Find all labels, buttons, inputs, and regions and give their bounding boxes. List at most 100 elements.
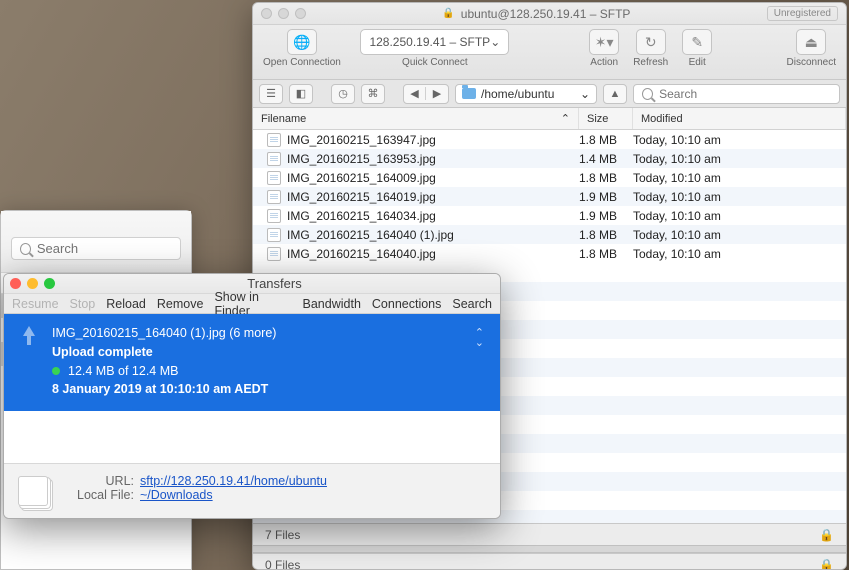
table-row[interactable]: IMG_20160215_164040 (1).jpg1.8 MBToday, …: [253, 225, 846, 244]
outline-view-button[interactable]: ☰: [259, 84, 283, 104]
globe-icon: 🌐: [287, 29, 317, 55]
file-size: 1.9 MB: [579, 209, 633, 223]
transfers-footer: URL: sftp://128.250.19.41/home/ubuntu Loc…: [4, 463, 500, 518]
search-input[interactable]: [659, 87, 831, 101]
file-modified: Today, 10:10 am: [633, 152, 846, 166]
split-handle[interactable]: [253, 545, 846, 553]
header-modified[interactable]: Modified: [633, 108, 846, 129]
close-icon[interactable]: [261, 8, 272, 19]
window-title: ubuntu@128.250.19.41 – SFTP: [461, 7, 631, 21]
file-size: 1.8 MB: [579, 133, 633, 147]
folder-icon: [462, 88, 476, 99]
file-size: 1.4 MB: [579, 152, 633, 166]
lock-icon: 🔒: [819, 528, 834, 542]
resume-button: Resume: [12, 297, 59, 311]
table-row[interactable]: IMG_20160215_163953.jpg1.4 MBToday, 10:1…: [253, 149, 846, 168]
table-row[interactable]: IMG_20160215_164040.jpg1.8 MBToday, 10:1…: [253, 244, 846, 263]
up-button[interactable]: ▲: [603, 84, 627, 104]
finder-search[interactable]: [11, 237, 181, 260]
back-icon: ◀: [404, 87, 426, 100]
transfers-toolbar: Resume Stop Reload Remove Show in Finder…: [4, 294, 500, 314]
expand-icon[interactable]: ⌃⌄: [475, 328, 484, 348]
table-row[interactable]: IMG_20160215_164019.jpg1.9 MBToday, 10:1…: [253, 187, 846, 206]
url-link[interactable]: sftp://128.250.19.41/home/ubuntu: [140, 474, 327, 488]
minimize-icon[interactable]: [27, 278, 38, 289]
finder-toolbar: [1, 211, 191, 273]
file-size: 1.8 MB: [579, 247, 633, 261]
url-label: URL:: [64, 474, 134, 488]
table-row[interactable]: IMG_20160215_164009.jpg1.8 MBToday, 10:1…: [253, 168, 846, 187]
file-icon: [267, 247, 281, 261]
minimize-icon[interactable]: [278, 8, 289, 19]
file-icon: [267, 133, 281, 147]
file-modified: Today, 10:10 am: [633, 209, 846, 223]
connections-button[interactable]: Connections: [372, 297, 442, 311]
gear-icon: ✶▾: [589, 29, 619, 55]
status-bar-top: 7 Files 🔒: [253, 523, 846, 545]
file-name: IMG_20160215_164040.jpg: [287, 247, 579, 261]
transfers-window: Transfers Resume Stop Reload Remove Show…: [3, 273, 501, 519]
status-bar-bottom: 0 Files 🔒: [253, 553, 846, 570]
lock-icon: 🔒: [442, 8, 454, 19]
history-button[interactable]: ◷: [331, 84, 355, 104]
file-modified: Today, 10:10 am: [633, 133, 846, 147]
remove-button[interactable]: Remove: [157, 297, 204, 311]
column-view-button[interactable]: ◧: [289, 84, 313, 104]
file-size: 1.8 MB: [579, 228, 633, 242]
bandwidth-button[interactable]: Bandwidth: [303, 297, 361, 311]
search-icon: [20, 243, 31, 255]
file-modified: Today, 10:10 am: [633, 228, 846, 242]
action-button[interactable]: ✶▾ Action: [589, 29, 619, 68]
table-row[interactable]: IMG_20160215_163947.jpg1.8 MBToday, 10:1…: [253, 130, 846, 149]
file-name: IMG_20160215_163953.jpg: [287, 152, 579, 166]
chevron-down-icon: ⌄: [580, 87, 590, 101]
pencil-icon: ✎: [682, 29, 712, 55]
lock-icon: 🔒: [819, 558, 834, 570]
file-modified: Today, 10:10 am: [633, 247, 846, 261]
close-icon[interactable]: [10, 278, 21, 289]
zoom-icon[interactable]: [295, 8, 306, 19]
stop-button: Stop: [70, 297, 96, 311]
search-field[interactable]: [633, 84, 840, 104]
forward-icon: ▶: [426, 87, 448, 100]
finder-search-input[interactable]: [37, 241, 172, 256]
path-field[interactable]: /home/ubuntu ⌄: [455, 84, 597, 104]
file-icon: [267, 209, 281, 223]
transfer-time: 8 January 2019 at 10:10:10 am AEDT: [52, 380, 276, 399]
zoom-icon[interactable]: [44, 278, 55, 289]
file-icon: [267, 171, 281, 185]
titlebar[interactable]: 🔒 ubuntu@128.250.19.41 – SFTP Unregister…: [253, 3, 846, 25]
transfer-size: 12.4 MB of 12.4 MB: [68, 362, 178, 381]
quick-connect-select[interactable]: 128.250.19.41 – SFTP⌄ Quick Connect: [355, 29, 515, 68]
nav-back-forward[interactable]: ◀▶: [403, 84, 449, 104]
file-list[interactable]: IMG_20160215_163947.jpg1.8 MBToday, 10:1…: [253, 130, 846, 263]
edit-button[interactable]: ✎ Edit: [682, 29, 712, 68]
search-button[interactable]: Search: [452, 297, 492, 311]
header-size[interactable]: Size: [579, 108, 633, 129]
sort-asc-icon: ⌃: [561, 112, 570, 125]
table-row[interactable]: IMG_20160215_164034.jpg1.9 MBToday, 10:1…: [253, 206, 846, 225]
file-name: IMG_20160215_164019.jpg: [287, 190, 579, 204]
upload-icon: [18, 326, 40, 348]
transfer-item[interactable]: IMG_20160215_164040 (1).jpg (6 more) Upl…: [4, 314, 500, 411]
documents-icon: [18, 476, 48, 506]
unregistered-badge[interactable]: Unregistered: [767, 6, 838, 21]
file-modified: Today, 10:10 am: [633, 171, 846, 185]
open-connection-button[interactable]: 🌐 Open Connection: [263, 29, 341, 68]
file-icon: [267, 228, 281, 242]
disconnect-button[interactable]: ⏏ Disconnect: [787, 29, 836, 68]
reload-button[interactable]: Reload: [106, 297, 146, 311]
local-file-label: Local File:: [64, 488, 134, 502]
header-filename[interactable]: Filename⌃: [253, 108, 579, 129]
main-toolbar: 🌐 Open Connection 128.250.19.41 – SFTP⌄ …: [253, 25, 846, 80]
file-icon: [267, 190, 281, 204]
local-file-link[interactable]: ~/Downloads: [140, 488, 213, 502]
refresh-button[interactable]: ↻ Refresh: [633, 29, 668, 68]
file-name: IMG_20160215_164040 (1).jpg: [287, 228, 579, 242]
file-size: 1.8 MB: [579, 171, 633, 185]
eject-icon: ⏏: [796, 29, 826, 55]
nav-bar: ☰ ◧ ◷ ⌘ ◀▶ /home/ubuntu ⌄ ▲: [253, 80, 846, 108]
bonjour-button[interactable]: ⌘: [361, 84, 385, 104]
file-modified: Today, 10:10 am: [633, 190, 846, 204]
chevron-down-icon: ⌄: [490, 35, 500, 49]
